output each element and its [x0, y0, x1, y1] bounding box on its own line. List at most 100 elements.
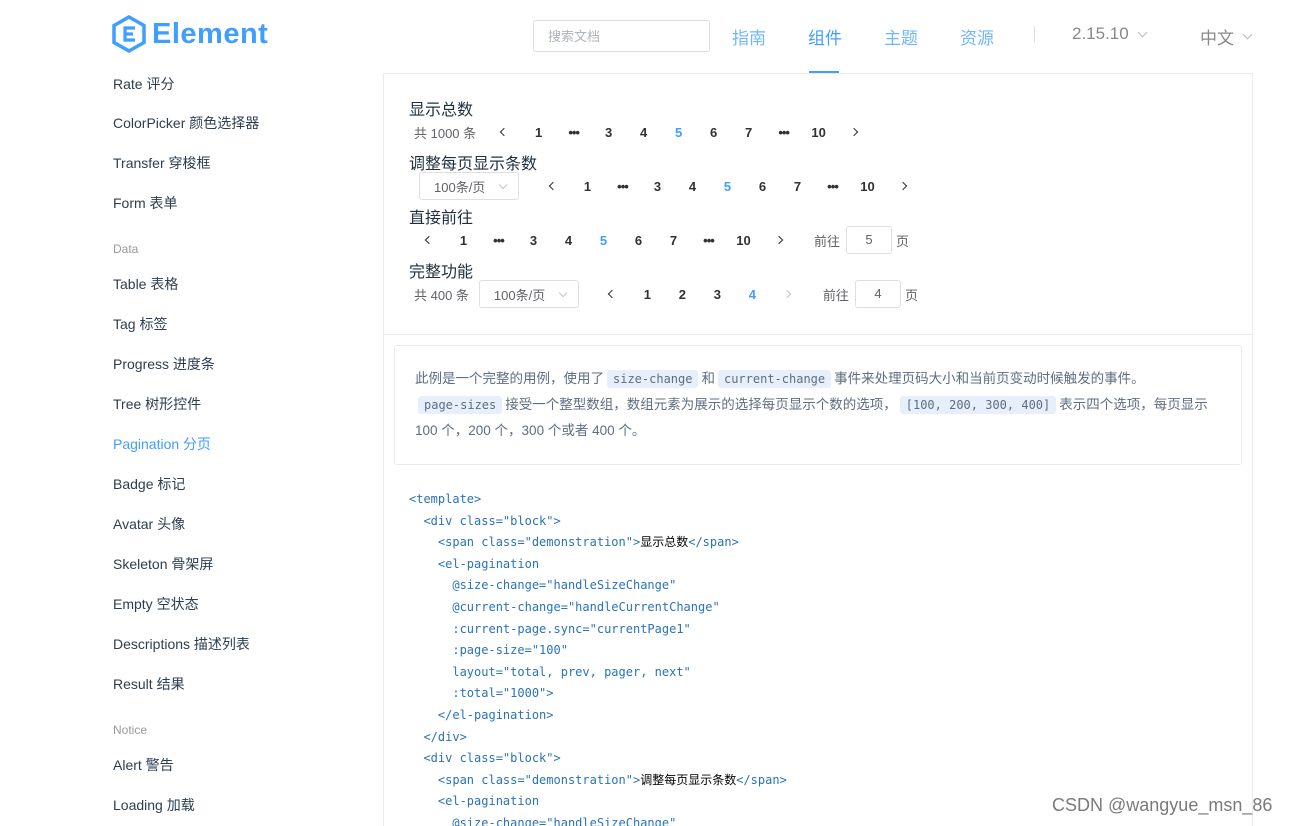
- page-button[interactable]: 4: [626, 125, 661, 140]
- page-button[interactable]: 3: [700, 287, 735, 302]
- jumper-input[interactable]: 5: [846, 226, 893, 254]
- prev-page-button[interactable]: [486, 127, 521, 137]
- code-line: @size-change="handleSizeChange": [452, 578, 677, 593]
- pagination-full: 共 400 条 100条/页 1 2 3 4 前往 4 页: [414, 280, 918, 308]
- sidebar-item-tree[interactable]: Tree 树形控件: [113, 394, 201, 414]
- nav-component[interactable]: 组件: [808, 24, 842, 49]
- prev-page-button[interactable]: [535, 181, 570, 191]
- sidebar-item-transfer[interactable]: Transfer 穿梭框: [113, 153, 211, 173]
- chevron-down-icon: [498, 180, 508, 190]
- page-jumper: 前往 4 页: [823, 280, 918, 308]
- code-line: layout="total, prev, pager, next": [452, 664, 691, 679]
- prev-page-button[interactable]: [595, 289, 630, 299]
- page-button[interactable]: 7: [731, 125, 766, 140]
- sidebar-item-colorpicker[interactable]: ColorPicker 颜色选择器: [113, 113, 259, 133]
- page-button[interactable]: 3: [516, 233, 551, 248]
- jumper-label: 前往: [822, 287, 849, 303]
- page-button[interactable]: 10: [801, 125, 836, 140]
- nav-guide[interactable]: 指南: [732, 24, 766, 49]
- page-button[interactable]: 10: [850, 179, 885, 194]
- code-line: <template>: [409, 492, 482, 506]
- code-line: </div>: [423, 729, 467, 744]
- page-size-select[interactable]: 100条/页: [478, 280, 579, 308]
- code-line: @size-change="handleSizeChange": [452, 815, 677, 826]
- page-button[interactable]: 7: [656, 233, 691, 248]
- current-page-button[interactable]: 5: [586, 233, 621, 248]
- chevron-right-icon: [783, 289, 792, 299]
- page-button[interactable]: 3: [591, 125, 626, 140]
- sidebar-item-empty[interactable]: Empty 空状态: [113, 594, 199, 614]
- sidebar-item-badge[interactable]: Badge 标记: [113, 474, 185, 494]
- element-logo-icon: [112, 15, 146, 53]
- sidebar-item-table[interactable]: Table 表格: [113, 274, 178, 294]
- version-dropdown[interactable]: 2.15.10: [1072, 24, 1148, 44]
- jumper-label: 前往: [814, 233, 841, 249]
- page-button[interactable]: 10: [726, 233, 761, 248]
- page-button[interactable]: 2: [665, 287, 700, 302]
- page-button[interactable]: 6: [621, 233, 656, 248]
- chevron-left-icon: [548, 181, 557, 191]
- sidebar-item-avatar[interactable]: Avatar 头像: [113, 514, 185, 534]
- code-line: <el-pagination: [437, 794, 540, 809]
- page-button[interactable]: 1: [521, 125, 556, 140]
- search-input[interactable]: [533, 20, 710, 52]
- nav-resource[interactable]: 资源: [960, 24, 994, 49]
- sidebar-item-progress[interactable]: Progress 进度条: [113, 354, 215, 374]
- sidebar-item-tag[interactable]: Tag 标签: [113, 314, 167, 334]
- chevron-left-icon: [424, 235, 433, 245]
- sidebar-item-pagination[interactable]: Pagination 分页: [113, 434, 211, 454]
- sidebar-item-loading[interactable]: Loading 加载: [113, 795, 195, 815]
- language-dropdown[interactable]: 中文: [1200, 24, 1253, 49]
- page-size-select[interactable]: 100条/页: [419, 172, 519, 200]
- sidebar-item-skeleton[interactable]: Skeleton 骨架屏: [113, 554, 213, 574]
- nav-theme[interactable]: 主题: [884, 24, 918, 49]
- next-page-button[interactable]: [885, 181, 920, 191]
- next-page-button[interactable]: [836, 127, 871, 137]
- sidebar-item-form[interactable]: Form 表单: [113, 193, 178, 213]
- top-header: Element 指南 组件 主题 资源 2.15.10 中文: [0, 0, 1294, 74]
- page-button[interactable]: 3: [640, 179, 675, 194]
- page-button[interactable]: 1: [446, 233, 481, 248]
- page-button[interactable]: 1: [630, 287, 665, 302]
- code-inline: page-sizes: [418, 396, 503, 414]
- sidebar-nav: Rate 评分 ColorPicker 颜色选择器 Transfer 穿梭框 F…: [0, 74, 383, 826]
- page-button[interactable]: 4: [551, 233, 586, 248]
- page-size-value: 100条/页: [493, 287, 546, 303]
- jumper-input[interactable]: 4: [854, 280, 901, 308]
- more-pages-button[interactable]: •••: [605, 179, 640, 194]
- watermark: CSDN @wangyue_msn_86: [1052, 795, 1273, 815]
- code-line: <span class="demonstration">调整每页显示条数</sp…: [437, 772, 787, 787]
- page-button[interactable]: 1: [570, 179, 605, 194]
- more-pages-button[interactable]: •••: [691, 233, 726, 248]
- page-jumper: 前往 5 页: [814, 226, 909, 254]
- sidebar-item-rate[interactable]: Rate 评分: [113, 74, 174, 94]
- demo-block: 显示总数 共 1000 条 1 ••• 3 4 5 6 7 ••• 10 调整每…: [384, 74, 1252, 335]
- pagination-jumper: 1 ••• 3 4 5 6 7 ••• 10 前往 5 页: [411, 226, 909, 254]
- page-button[interactable]: 4: [675, 179, 710, 194]
- page-button[interactable]: 6: [696, 125, 731, 140]
- more-pages-button[interactable]: •••: [556, 125, 591, 140]
- element-logo[interactable]: Element: [112, 14, 268, 54]
- current-page-button[interactable]: 5: [710, 179, 745, 194]
- more-pages-button[interactable]: •••: [481, 233, 516, 248]
- code-inline: current-change: [717, 370, 832, 388]
- sidebar-item-result[interactable]: Result 结果: [113, 674, 185, 694]
- current-page-button[interactable]: 4: [735, 287, 770, 302]
- next-page-button[interactable]: [761, 235, 796, 245]
- page-button[interactable]: 6: [745, 179, 780, 194]
- pagination-total-label: 共 1000 条: [414, 125, 477, 141]
- more-pages-button[interactable]: •••: [766, 125, 801, 140]
- next-page-button[interactable]: [770, 289, 805, 299]
- sidebar-item-alert[interactable]: Alert 警告: [113, 755, 174, 775]
- demo-title-full: 完整功能: [409, 264, 474, 281]
- prev-page-button[interactable]: [411, 235, 446, 245]
- code-inline: size-change: [607, 370, 699, 388]
- code-line: :page-size="100": [452, 643, 568, 658]
- jumper-suffix: 页: [896, 233, 910, 249]
- more-pages-button[interactable]: •••: [815, 179, 850, 194]
- description-box: 此例是一个完整的用例，使用了 size-change 和 current-change…: [394, 345, 1242, 465]
- sidebar-item-descriptions[interactable]: Descriptions 描述列表: [113, 634, 250, 654]
- page-button[interactable]: 7: [780, 179, 815, 194]
- current-page-button[interactable]: 5: [661, 125, 696, 140]
- desc-text: 和: [701, 371, 715, 386]
